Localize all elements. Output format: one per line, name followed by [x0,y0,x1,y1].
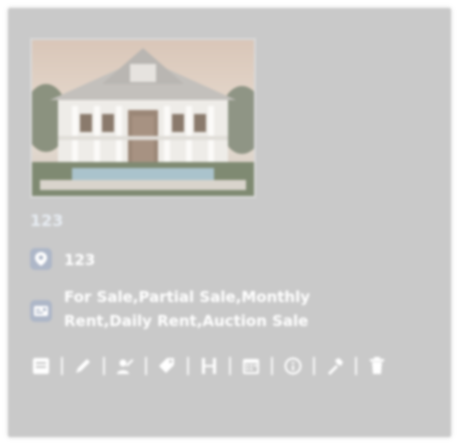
toolbar-separator [313,357,315,375]
property-id[interactable]: 123 [30,211,63,230]
assign-user-icon[interactable] [114,355,136,377]
house-image [32,40,254,196]
toolbar-separator [103,357,105,375]
view-icon[interactable] [30,355,52,377]
info-icon[interactable] [282,355,304,377]
edit-icon[interactable] [72,355,94,377]
toolbar-separator [229,357,231,375]
address-text: 123 [64,251,96,269]
delete-icon[interactable] [366,355,388,377]
action-toolbar [30,354,388,378]
property-card: 123 123 For Sale,Partial Sale,Monthly Re… [8,8,451,437]
sale-type-icon [30,300,52,322]
property-photo[interactable] [30,38,256,198]
location-pin-icon [30,248,52,270]
toolbar-separator [61,357,63,375]
toolbar-separator [187,357,189,375]
sale-type-row: For Sale,Partial Sale,Monthly Rent,Daily… [30,285,394,333]
address-row: 123 [30,248,95,272]
sale-type-text: For Sale,Partial Sale,Monthly Rent,Daily… [64,288,311,330]
tag-icon[interactable] [156,355,178,377]
hotel-icon[interactable] [198,355,220,377]
toolbar-separator [145,357,147,375]
tools-icon[interactable] [324,355,346,377]
calendar-icon[interactable] [240,355,262,377]
toolbar-separator [271,357,273,375]
toolbar-separator [355,357,357,375]
